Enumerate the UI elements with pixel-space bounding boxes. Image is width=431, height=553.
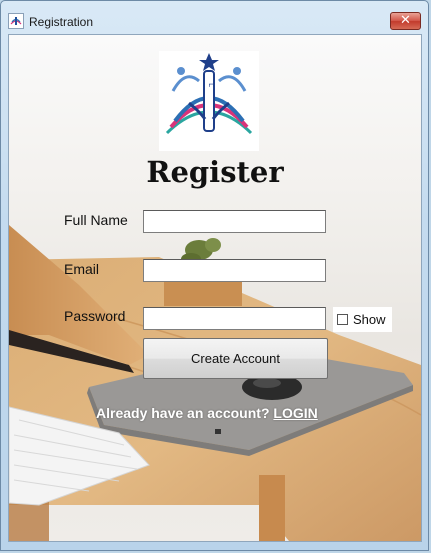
page-title: Register	[146, 155, 284, 189]
close-icon: ✕	[400, 13, 411, 28]
svg-text:L: L	[207, 83, 215, 87]
learn-logo: L	[159, 51, 259, 151]
registration-window: Registration ✕ L Register Full Name Emai…	[0, 0, 429, 551]
email-label: Email	[64, 261, 100, 277]
checkbox-icon[interactable]	[337, 314, 348, 325]
login-prompt: Already have an account? LOGIN	[96, 405, 318, 421]
full-name-label: Full Name	[64, 212, 128, 228]
show-password-label: Show	[353, 312, 386, 327]
create-account-button[interactable]: Create Account	[143, 338, 328, 379]
form-panel: L Register Full Name Email Password Show…	[8, 34, 422, 542]
login-link[interactable]: LOGIN	[273, 405, 317, 421]
already-have-account-text: Already have an account?	[96, 405, 270, 421]
window-title: Registration	[29, 15, 94, 29]
password-input[interactable]	[143, 307, 326, 330]
app-logo-icon	[8, 13, 24, 29]
close-button[interactable]: ✕	[390, 12, 421, 30]
password-label: Password	[64, 308, 126, 324]
email-input[interactable]	[143, 259, 326, 282]
show-password-toggle[interactable]: Show	[333, 307, 392, 332]
title-bar[interactable]: Registration ✕	[1, 1, 428, 33]
full-name-input[interactable]	[143, 210, 326, 233]
